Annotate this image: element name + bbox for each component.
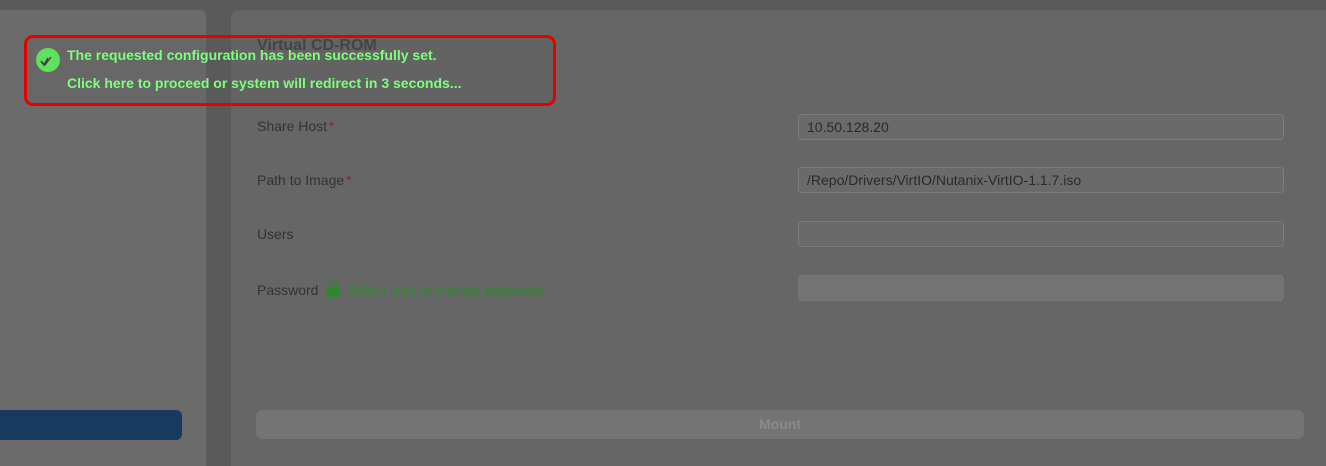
mount-button[interactable]: Mount bbox=[256, 410, 1304, 439]
users-input[interactable] bbox=[798, 221, 1284, 247]
toast-message-line2[interactable]: Click here to proceed or system will red… bbox=[67, 75, 461, 91]
path-to-image-label: Path to Image * bbox=[257, 172, 352, 188]
share-host-label: Share Host * bbox=[257, 118, 335, 134]
success-toast[interactable]: The requested configuration has been suc… bbox=[24, 35, 556, 106]
users-label: Users bbox=[257, 226, 294, 242]
password-label-text: Password bbox=[257, 282, 319, 298]
share-host-label-text: Share Host bbox=[257, 118, 328, 134]
password-input bbox=[798, 275, 1284, 301]
toast-message-line1: The requested configuration has been suc… bbox=[67, 47, 437, 63]
password-label: Password Select icon to change password bbox=[257, 280, 545, 301]
share-host-input[interactable]: 10.50.128.20 bbox=[798, 114, 1284, 140]
lock-icon[interactable] bbox=[325, 280, 341, 301]
path-to-image-input[interactable]: /Repo/Drivers/VirtIO/Nutanix-VirtIO-1.1.… bbox=[798, 167, 1284, 193]
password-hint: Select icon to change password bbox=[347, 282, 545, 298]
required-mark: * bbox=[329, 118, 335, 134]
check-circle-icon bbox=[35, 47, 61, 78]
path-to-image-label-text: Path to Image bbox=[257, 172, 345, 188]
sidebar-active-button[interactable] bbox=[0, 410, 182, 440]
required-mark: * bbox=[346, 172, 352, 188]
page-overlay: Virtual CD-ROM Share Host * 10.50.128.20 … bbox=[0, 0, 1326, 466]
